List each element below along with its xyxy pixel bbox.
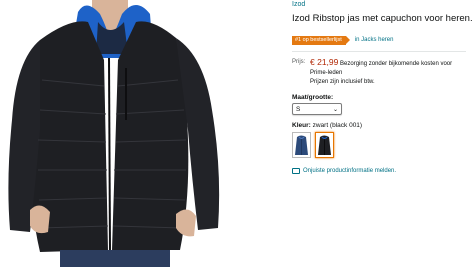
chevron-down-icon: ⌄	[332, 106, 338, 113]
size-label: Maat/grootte:	[292, 94, 334, 101]
report-label: Onjuiste productinformatie melden.	[303, 168, 397, 174]
size-selected-value: S	[296, 105, 301, 113]
size-select[interactable]: S ⌄	[292, 103, 342, 115]
color-label: Kleur:	[292, 122, 311, 129]
color-swatches	[292, 132, 475, 158]
product-image[interactable]	[0, 0, 258, 267]
shipping-text-2: Prime-leden	[310, 70, 343, 76]
bestseller-row: #1 op bestsellerlijst in Jacks heren	[292, 35, 475, 45]
report-link[interactable]: Onjuiste productinformatie melden.	[292, 168, 475, 174]
brand-link[interactable]: Izod	[292, 1, 475, 8]
swatch-navy[interactable]	[292, 132, 311, 158]
product-details: Izod Izod Ribstop jas met capuchon voor …	[292, 0, 475, 174]
bestseller-badge[interactable]: #1 op bestsellerlijst	[292, 35, 350, 45]
price-label: Prijs:	[292, 59, 306, 65]
price-block: Prijs: € 21,99 Bezorging zonder bijkomen…	[292, 58, 475, 87]
comment-icon	[292, 168, 300, 174]
shipping-text: Bezorging zonder bijkomende kosten voor	[340, 61, 453, 67]
category-link[interactable]: in Jacks heren	[355, 37, 394, 43]
color-value: zwart (black 001)	[312, 122, 363, 129]
product-title: Izod Ribstop jas met capuchon voor heren…	[292, 13, 473, 24]
swatch-black[interactable]	[315, 132, 334, 158]
divider	[292, 51, 466, 52]
vat-note: Prijzen zijn inclusief btw.	[310, 79, 375, 85]
color-line: Kleur: zwart (black 001)	[292, 122, 475, 129]
price-value: € 21,99	[310, 57, 339, 67]
